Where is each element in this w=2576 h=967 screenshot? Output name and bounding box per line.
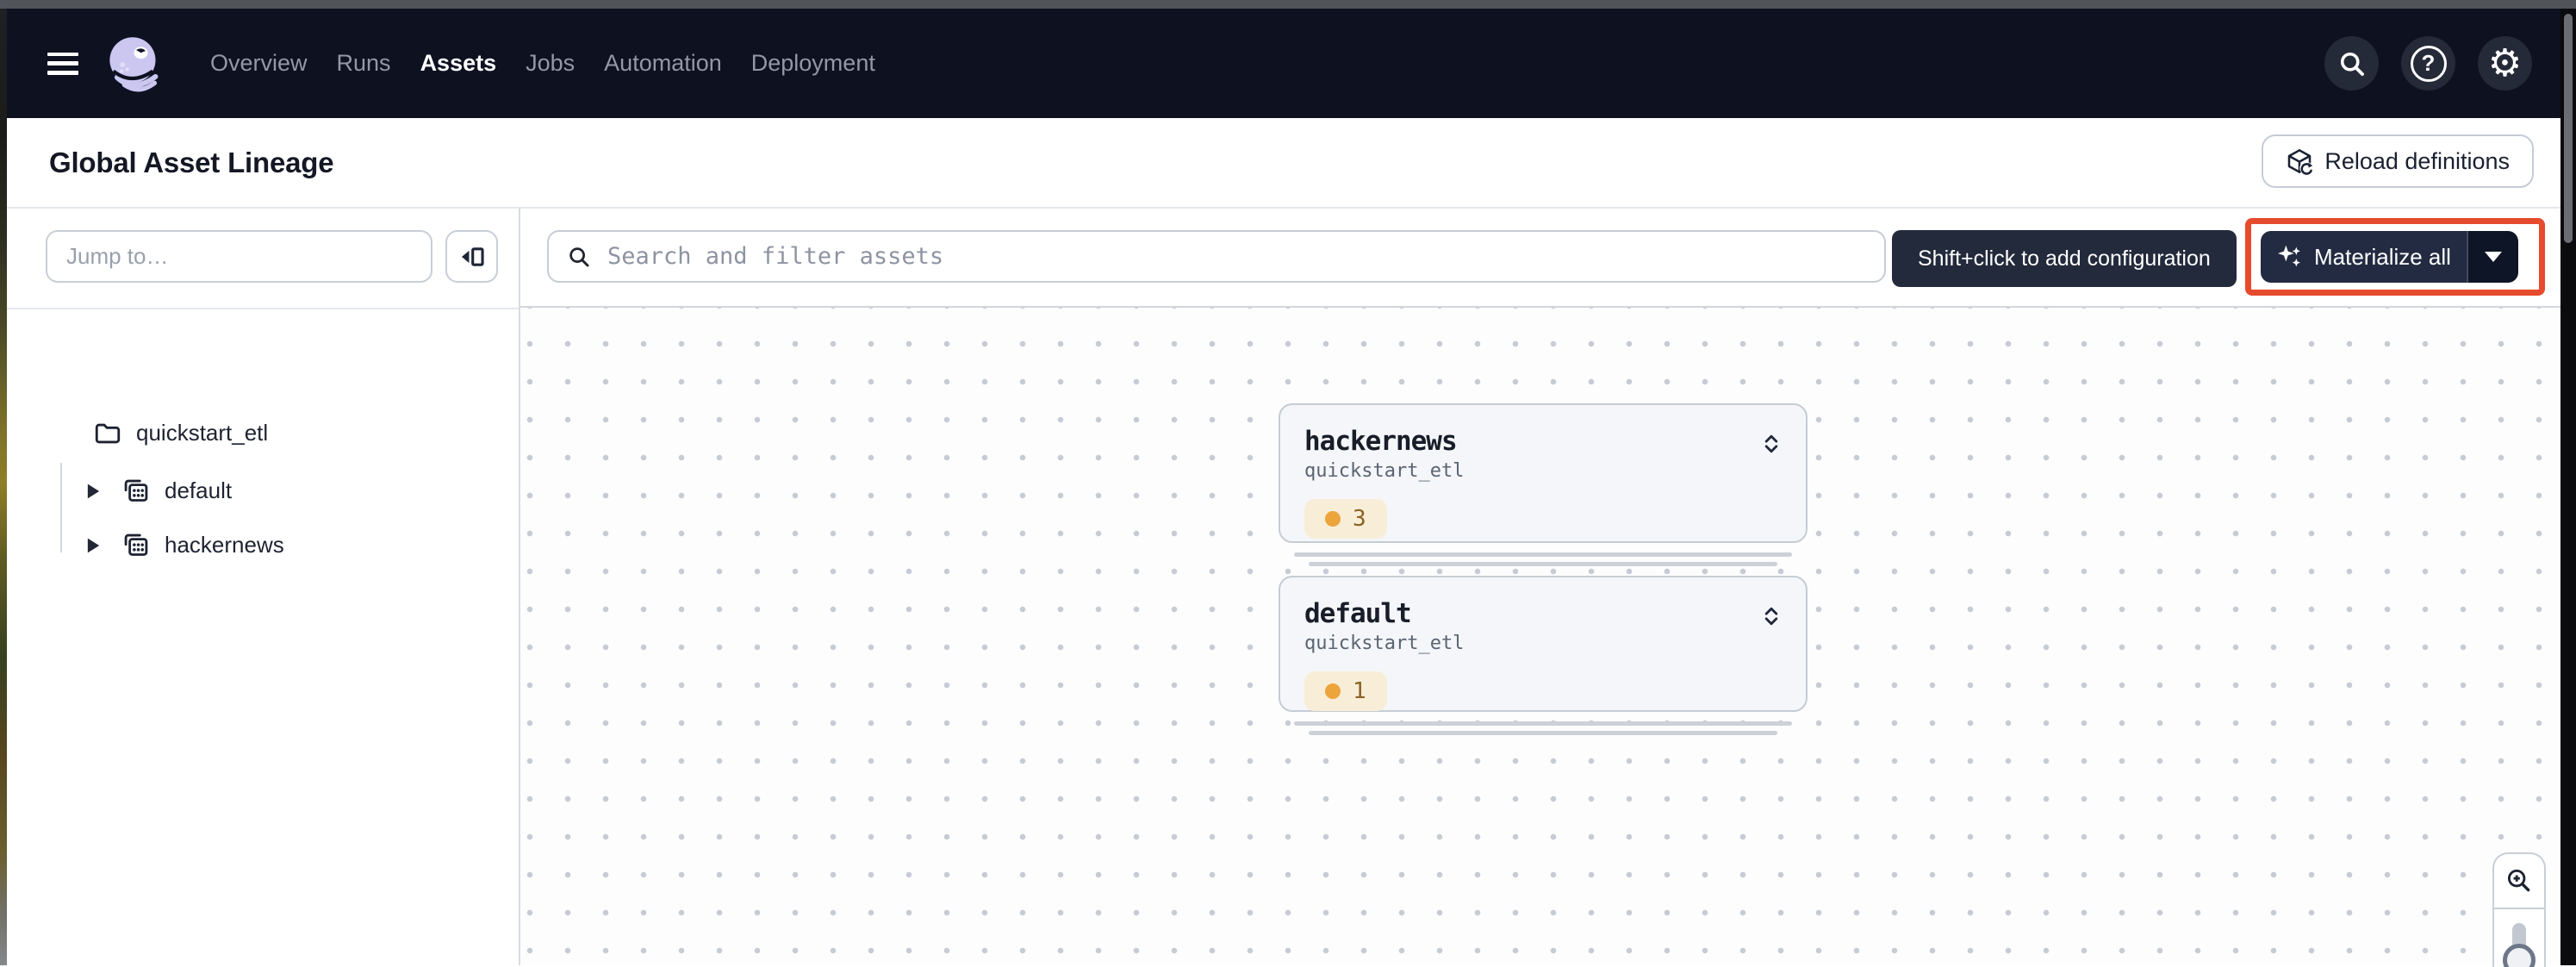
status-dot-icon: [1325, 511, 1341, 527]
tree-item-label: hackernews: [165, 532, 284, 558]
stacked-card-line: [1309, 731, 1777, 735]
caret-down-icon: [2485, 252, 2502, 262]
help-button[interactable]: ?: [2401, 36, 2455, 90]
top-navbar: Overview Runs Assets Jobs Automation Dep…: [7, 9, 2560, 118]
cube-refresh-icon: [2286, 147, 2313, 175]
page-header: Global Asset Lineage Reload definitions: [7, 118, 2560, 209]
nav-item-deployment[interactable]: Deployment: [737, 9, 890, 118]
desktop-background-sliver: [0, 0, 7, 965]
window-top-strip: [0, 0, 2576, 9]
unfold-icon[interactable]: [1759, 603, 1783, 629]
search-button[interactable]: [2324, 36, 2379, 90]
node-title: default: [1304, 598, 1411, 629]
stacked-card-line: [1294, 552, 1792, 557]
dagster-logo-icon[interactable]: [104, 34, 163, 93]
caret-right-icon[interactable]: [86, 537, 101, 554]
node-subtitle: quickstart_etl: [1280, 633, 1806, 654]
nav-item-runs[interactable]: Runs: [322, 9, 406, 118]
stacked-card-line: [1294, 721, 1792, 726]
sparkles-icon: [2276, 243, 2304, 271]
hamburger-menu-icon[interactable]: [47, 53, 78, 75]
asset-group-icon: [121, 477, 151, 506]
reload-definitions-button[interactable]: Reload definitions: [2262, 134, 2534, 188]
asset-search-field[interactable]: [547, 230, 1886, 283]
panel-collapse-left-icon: [457, 242, 487, 271]
node-title: hackernews: [1304, 426, 1457, 457]
graph-canvas[interactable]: hackernews quickstart_etl 3 default: [520, 308, 2560, 967]
settings-button[interactable]: ⚙: [2478, 36, 2532, 90]
asset-count: 1: [1353, 678, 1366, 704]
nav-item-jobs[interactable]: Jobs: [511, 9, 589, 118]
shift-click-tooltip: Shift+click to add configuration: [1892, 230, 2237, 287]
asset-count-badge: 1: [1304, 671, 1387, 711]
zoom-slider-thumb[interactable]: [2503, 944, 2536, 967]
unfold-icon[interactable]: [1759, 431, 1783, 457]
gear-icon: ⚙: [2488, 45, 2522, 83]
scrollbar-thumb[interactable]: [2564, 14, 2573, 243]
search-icon: [2336, 48, 2368, 79]
nav-item-assets[interactable]: Assets: [406, 9, 512, 118]
tree-guide-line: [60, 463, 62, 552]
asset-group-node-default[interactable]: default quickstart_etl 1: [1279, 576, 1808, 712]
nav-item-overview[interactable]: Overview: [196, 9, 322, 118]
materialize-all-label: Materialize all: [2314, 244, 2451, 271]
asset-tree-sidebar: quickstart_etl default hackernews: [7, 209, 520, 965]
status-dot-icon: [1325, 683, 1341, 699]
jump-to-input[interactable]: [46, 230, 432, 283]
search-input[interactable]: [606, 242, 1867, 271]
caret-right-icon[interactable]: [86, 483, 101, 500]
node-subtitle: quickstart_etl: [1280, 460, 1806, 482]
browser-scrollbar[interactable]: [2560, 9, 2576, 965]
materialize-dropdown-button[interactable]: [2467, 231, 2518, 283]
tree-item-hackernews[interactable]: hackernews: [86, 518, 284, 572]
tree-item-label: default: [165, 477, 232, 504]
folder-icon: [93, 419, 122, 448]
sidebar-search-row: [7, 209, 519, 309]
asset-count: 3: [1353, 506, 1366, 532]
magnifier-plus-icon: [2504, 866, 2534, 895]
reload-definitions-label: Reload definitions: [2324, 148, 2510, 175]
search-icon: [566, 244, 592, 270]
tree-item-quickstart-etl[interactable]: quickstart_etl: [93, 406, 268, 460]
materialize-all-button[interactable]: Materialize all: [2261, 231, 2467, 283]
tree-item-label: quickstart_etl: [136, 420, 268, 446]
graph-toolbar: Shift+click to add configuration Materia…: [520, 209, 2560, 308]
stacked-card-line: [1309, 562, 1777, 566]
navbar-icon-group: ? ⚙: [2324, 36, 2532, 90]
nav-item-automation[interactable]: Automation: [589, 9, 737, 118]
tree-item-default[interactable]: default: [86, 464, 232, 518]
lineage-graph-pane: Shift+click to add configuration Materia…: [520, 209, 2560, 965]
zoom-control: [2492, 852, 2546, 967]
collapse-sidebar-button[interactable]: [445, 230, 498, 283]
primary-nav: Overview Runs Assets Jobs Automation Dep…: [196, 9, 890, 118]
materialize-all-split-button[interactable]: Materialize all: [2261, 231, 2518, 283]
asset-group-icon: [121, 531, 151, 560]
zoom-in-button[interactable]: [2494, 854, 2544, 909]
question-icon: ?: [2411, 46, 2447, 82]
asset-group-node-hackernews[interactable]: hackernews quickstart_etl 3: [1279, 403, 1808, 543]
asset-count-badge: 3: [1304, 499, 1387, 539]
page-title: Global Asset Lineage: [49, 147, 333, 179]
